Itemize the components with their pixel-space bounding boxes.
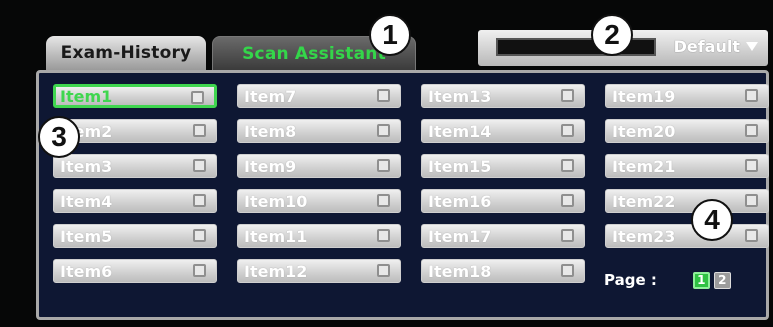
item-label: Item13 — [428, 86, 492, 106]
page-button-1[interactable]: 1 — [692, 271, 710, 289]
item-button[interactable]: Item3 — [53, 154, 217, 178]
checkbox-icon[interactable] — [561, 124, 574, 137]
item-button[interactable]: Item18 — [421, 259, 585, 283]
checkbox-icon[interactable] — [561, 229, 574, 242]
checkbox-icon[interactable] — [377, 159, 390, 172]
callout-4: 4 — [691, 199, 733, 241]
item-label: Item5 — [60, 226, 113, 246]
item-label: Item8 — [244, 121, 297, 141]
item-button[interactable]: Item12 — [237, 259, 401, 283]
item-label: Item1 — [60, 86, 113, 106]
item-button[interactable]: Item9 — [237, 154, 401, 178]
item-button[interactable]: Item23 — [605, 224, 769, 248]
checkbox-icon[interactable] — [745, 229, 758, 242]
item-label: Item16 — [428, 191, 492, 211]
checkbox-icon[interactable] — [377, 194, 390, 207]
chevron-down-icon — [746, 42, 758, 51]
checkbox-icon[interactable] — [745, 124, 758, 137]
item-button[interactable]: Item4 — [53, 189, 217, 213]
checkbox-icon[interactable] — [561, 194, 574, 207]
checkbox-icon[interactable] — [377, 229, 390, 242]
checkbox-icon[interactable] — [377, 89, 390, 102]
pagination: Page : 1 2 — [604, 271, 731, 289]
tab-exam-history-label: Exam-History — [60, 43, 192, 63]
item-label: Item3 — [60, 156, 113, 176]
item-label: Item23 — [612, 226, 676, 246]
tab-scan-assistant-label: Scan Assistant — [242, 43, 386, 64]
preset-dropdown-value: Default — [673, 37, 740, 56]
item-label: Item7 — [244, 86, 297, 106]
item-button[interactable]: Item21 — [605, 154, 769, 178]
checkbox-icon[interactable] — [561, 89, 574, 102]
item-button[interactable]: Item13 — [421, 84, 585, 108]
item-label: Item10 — [244, 191, 308, 211]
page-label: Page : — [604, 271, 657, 289]
item-label: Item11 — [244, 226, 308, 246]
item-button[interactable]: Item14 — [421, 119, 585, 143]
item-panel: Item1 Item7 Item13 Item19 Item2 Item8 Item14 It… — [36, 70, 769, 320]
item-label: Item19 — [612, 86, 676, 106]
checkbox-icon[interactable] — [745, 159, 758, 172]
item-label: Item6 — [60, 261, 113, 281]
item-button[interactable]: Item8 — [237, 119, 401, 143]
item-label: Item9 — [244, 156, 297, 176]
item-button[interactable]: Item20 — [605, 119, 769, 143]
checkbox-icon[interactable] — [561, 264, 574, 277]
item-button[interactable]: Item6 — [53, 259, 217, 283]
item-label: Item4 — [60, 191, 113, 211]
item-button[interactable]: Item22 — [605, 189, 769, 213]
item-button[interactable]: Item16 — [421, 189, 585, 213]
item-label: Item20 — [612, 121, 676, 141]
item-button[interactable]: Item10 — [237, 189, 401, 213]
checkbox-icon[interactable] — [193, 264, 206, 277]
item-label: Item15 — [428, 156, 492, 176]
callout-1: 1 — [369, 14, 411, 56]
callout-2: 2 — [591, 14, 633, 56]
tab-exam-history[interactable]: Exam-History — [46, 36, 206, 70]
item-label: Item22 — [612, 191, 676, 211]
item-button[interactable]: Item15 — [421, 154, 585, 178]
checkbox-icon[interactable] — [193, 229, 206, 242]
scan-assistant-screen: Exam-History Scan Assistant Default Item… — [0, 0, 773, 327]
checkbox-icon[interactable] — [377, 264, 390, 277]
item-label: Item18 — [428, 261, 492, 281]
item-button[interactable]: Item1 — [53, 84, 217, 108]
checkbox-icon[interactable] — [193, 159, 206, 172]
checkbox-icon[interactable] — [745, 194, 758, 207]
checkbox-icon[interactable] — [193, 194, 206, 207]
item-label: Item14 — [428, 121, 492, 141]
item-button[interactable]: Item19 — [605, 84, 769, 108]
item-grid: Item1 Item7 Item13 Item19 Item2 Item8 Item14 It… — [53, 84, 769, 283]
page-button-2[interactable]: 2 — [713, 271, 731, 289]
checkbox-icon[interactable] — [191, 91, 204, 104]
checkbox-icon[interactable] — [561, 159, 574, 172]
item-button[interactable]: Item5 — [53, 224, 217, 248]
item-label: Item12 — [244, 261, 308, 281]
checkbox-icon[interactable] — [377, 124, 390, 137]
item-button[interactable]: Item7 — [237, 84, 401, 108]
callout-3: 3 — [38, 116, 80, 158]
item-label: Item17 — [428, 226, 492, 246]
checkbox-icon[interactable] — [193, 124, 206, 137]
item-label: Item21 — [612, 156, 676, 176]
item-button[interactable]: Item11 — [237, 224, 401, 248]
checkbox-icon[interactable] — [745, 89, 758, 102]
item-button[interactable]: Item17 — [421, 224, 585, 248]
